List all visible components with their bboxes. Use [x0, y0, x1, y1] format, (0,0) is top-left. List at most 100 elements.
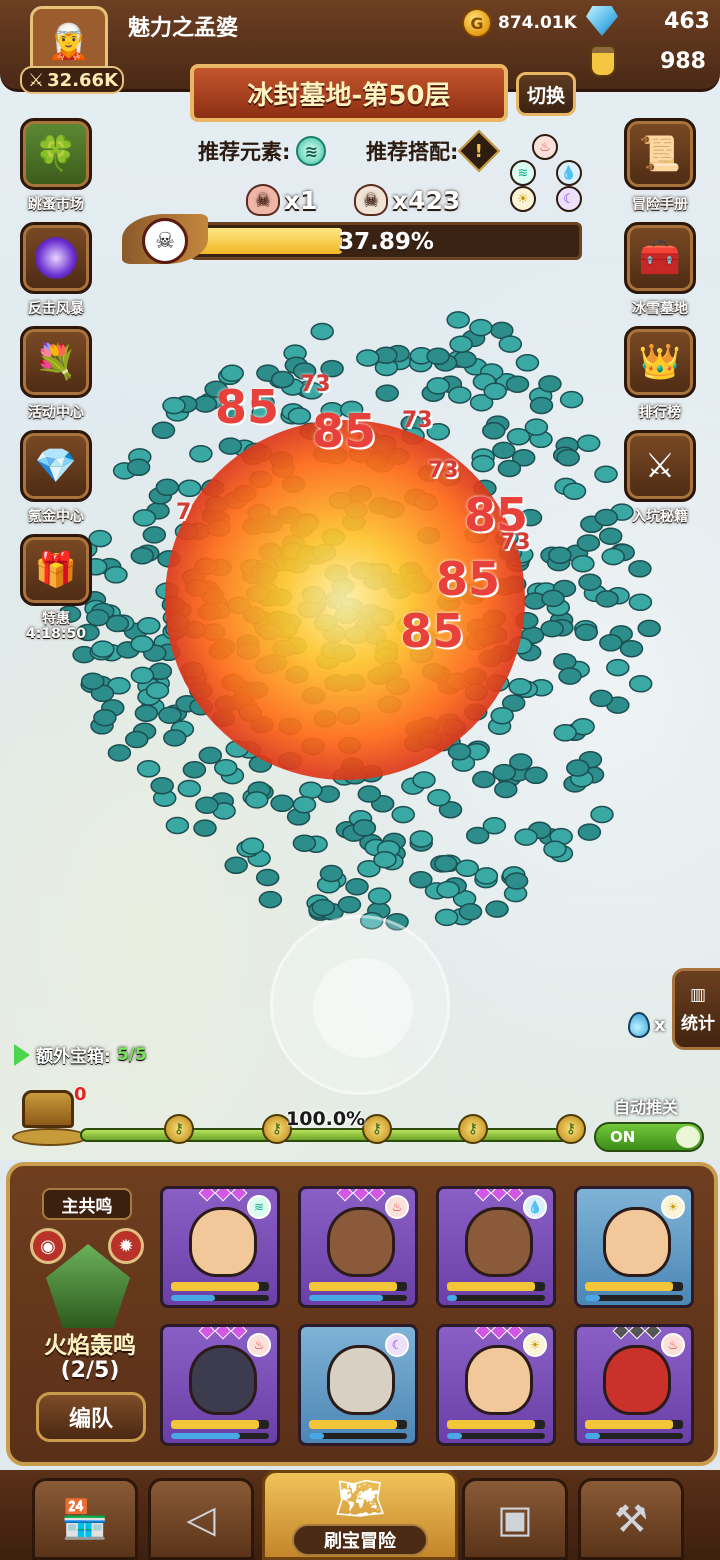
power-badge: ⚔ 32.66K [20, 66, 124, 94]
potion-bottle-icon [590, 45, 616, 77]
minion-kill-value: x423 [392, 185, 461, 215]
formation-button[interactable]: 编队 [36, 1392, 146, 1442]
flea-market-button[interactable]: 🍀 [20, 118, 92, 190]
fire-element-icon: ♨ [385, 1195, 409, 1219]
crab-enemy [455, 859, 479, 877]
coin-counter[interactable]: G 874.01K [462, 8, 577, 38]
crab-enemy [391, 805, 415, 824]
water-element-icon: 💧 [556, 160, 582, 186]
hero-card[interactable]: ♨ [160, 1324, 280, 1446]
nav-shop-button[interactable]: 🏪 [32, 1478, 138, 1560]
gem-counter[interactable]: 463 [586, 6, 710, 36]
chest-count: 0 [74, 1084, 87, 1105]
crab-enemy [571, 554, 595, 573]
crab-enemy [483, 382, 507, 401]
crab-enemy [524, 418, 549, 436]
extra-chest-count: 5/5 [116, 1044, 147, 1065]
extra-chest-info[interactable]: 额外宝箱: 5/5 [14, 1042, 147, 1067]
crab-enemy [287, 407, 312, 425]
potion-value: 988 [660, 48, 706, 74]
stats-button[interactable]: ▥ 统计 [672, 968, 720, 1050]
adventure-handbook-button[interactable]: 📜 [624, 118, 696, 190]
crab-enemy [258, 890, 283, 909]
crab-enemy [373, 850, 397, 869]
nav-hero-button[interactable]: ◁ [148, 1478, 254, 1560]
crab-enemy [142, 526, 167, 544]
fire-burst-icon[interactable]: ✹ [108, 1228, 144, 1264]
beginner-guide-button[interactable]: ⚔ [624, 430, 696, 502]
virtual-joystick[interactable] [270, 915, 450, 1095]
crab-enemy [562, 482, 587, 500]
hero-card[interactable]: ☀ [574, 1186, 694, 1308]
star-rating [605, 1327, 669, 1340]
hero-card[interactable]: 💧 [436, 1186, 556, 1308]
hero-card[interactable]: ♨ [574, 1324, 694, 1446]
hero-card[interactable]: ♨ [298, 1186, 418, 1308]
crab-enemy [498, 335, 523, 353]
crab-enemy [559, 390, 584, 409]
damage-number: 73 [428, 458, 459, 483]
crab-enemy [193, 819, 217, 837]
auto-advance-label: 自动推关 [614, 1098, 679, 1117]
crab-enemy [474, 867, 499, 885]
coin-value: 874.01K [498, 13, 577, 33]
hero-mp-bar [447, 1433, 545, 1439]
boss-progress-bar: 37.89% [190, 222, 582, 260]
crab-enemy [576, 434, 601, 452]
route-progress-bar [80, 1128, 580, 1142]
route-progress-fill [82, 1130, 578, 1140]
crab-enemy [337, 895, 362, 914]
counter-storm-button[interactable] [20, 222, 92, 294]
adventure-handbook-label: 冒险手册 [632, 197, 688, 213]
toggle-thumb [676, 1126, 700, 1148]
special-offer-label: 特惠 [42, 611, 70, 627]
flea-market-label: 跳蚤市场 [28, 197, 84, 213]
crab-enemy [595, 590, 619, 608]
crab-enemy [245, 791, 269, 809]
nav-inventory-button[interactable]: ▣ [462, 1478, 568, 1560]
hero-card[interactable]: ☀ [436, 1324, 556, 1446]
crab-enemy [319, 864, 344, 883]
crab-enemy [137, 617, 161, 635]
crab-enemy [598, 527, 623, 545]
joystick-knob[interactable] [313, 958, 413, 1058]
crab-enemy [453, 350, 477, 369]
crab-enemy [548, 546, 572, 565]
crab-enemy [426, 377, 450, 395]
auto-advance-toggle[interactable]: ON [594, 1122, 704, 1152]
hero-card[interactable]: ☾ [298, 1324, 418, 1446]
boss-dragon-icon[interactable]: ☠ [122, 204, 208, 276]
event-center-label: 活动中心 [28, 405, 84, 421]
event-center-button[interactable]: 💐 [20, 326, 92, 398]
hero-card[interactable]: ≋ [160, 1186, 280, 1308]
crab-enemy [189, 445, 213, 463]
ice-graveyard-button[interactable]: 🧰 [624, 222, 696, 294]
special-offer-button[interactable]: 🎁 [20, 534, 92, 606]
nav-forge-button[interactable]: ⚒ [578, 1478, 684, 1560]
crab-enemy [224, 856, 248, 875]
crab-enemy [426, 347, 450, 366]
switch-stage-button[interactable]: 切换 [516, 72, 576, 116]
boss-kill-count: ☠ x1 [246, 184, 318, 216]
hero-hp-bar [585, 1282, 683, 1291]
crab-enemy [504, 872, 529, 890]
potion-counter[interactable]: 988 [590, 45, 706, 77]
crab-enemy [599, 634, 623, 652]
warning-icon[interactable]: ! [458, 129, 501, 173]
hero-hp-bar [309, 1282, 407, 1291]
hero-mp-bar [171, 1295, 269, 1301]
crab-enemy [345, 877, 369, 896]
nav-adventure-label: 刷宝冒险 [292, 1524, 428, 1556]
crab-enemy [107, 744, 132, 762]
ice-graveyard-label: 冰雪墓地 [632, 301, 688, 317]
recharge-center-button[interactable]: 💎 [20, 430, 92, 502]
crab-enemy [485, 900, 509, 918]
leaderboard-button[interactable]: 👑 [624, 326, 696, 398]
crab-enemy [558, 667, 582, 685]
element-cluster[interactable]: ♨ ≋ 💧 ☀ ☾ [508, 132, 588, 216]
fire-element-icon[interactable]: ◉ [30, 1228, 66, 1264]
fire-element-icon: ♨ [532, 134, 558, 160]
key-icon: ⚷ [556, 1114, 586, 1144]
wind-element-icon[interactable]: ≋ [296, 136, 327, 166]
resonance-name: 火焰轰鸣 [44, 1333, 136, 1359]
